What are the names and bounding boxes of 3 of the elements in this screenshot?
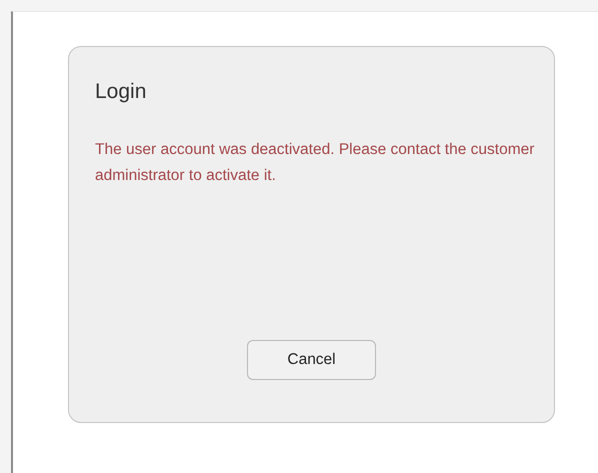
cancel-button[interactable]: Cancel bbox=[247, 340, 376, 380]
dialog-title: Login bbox=[95, 79, 148, 105]
error-message: The user account was deactivated. Please contact the customer administrator to activate it. bbox=[95, 140, 536, 186]
